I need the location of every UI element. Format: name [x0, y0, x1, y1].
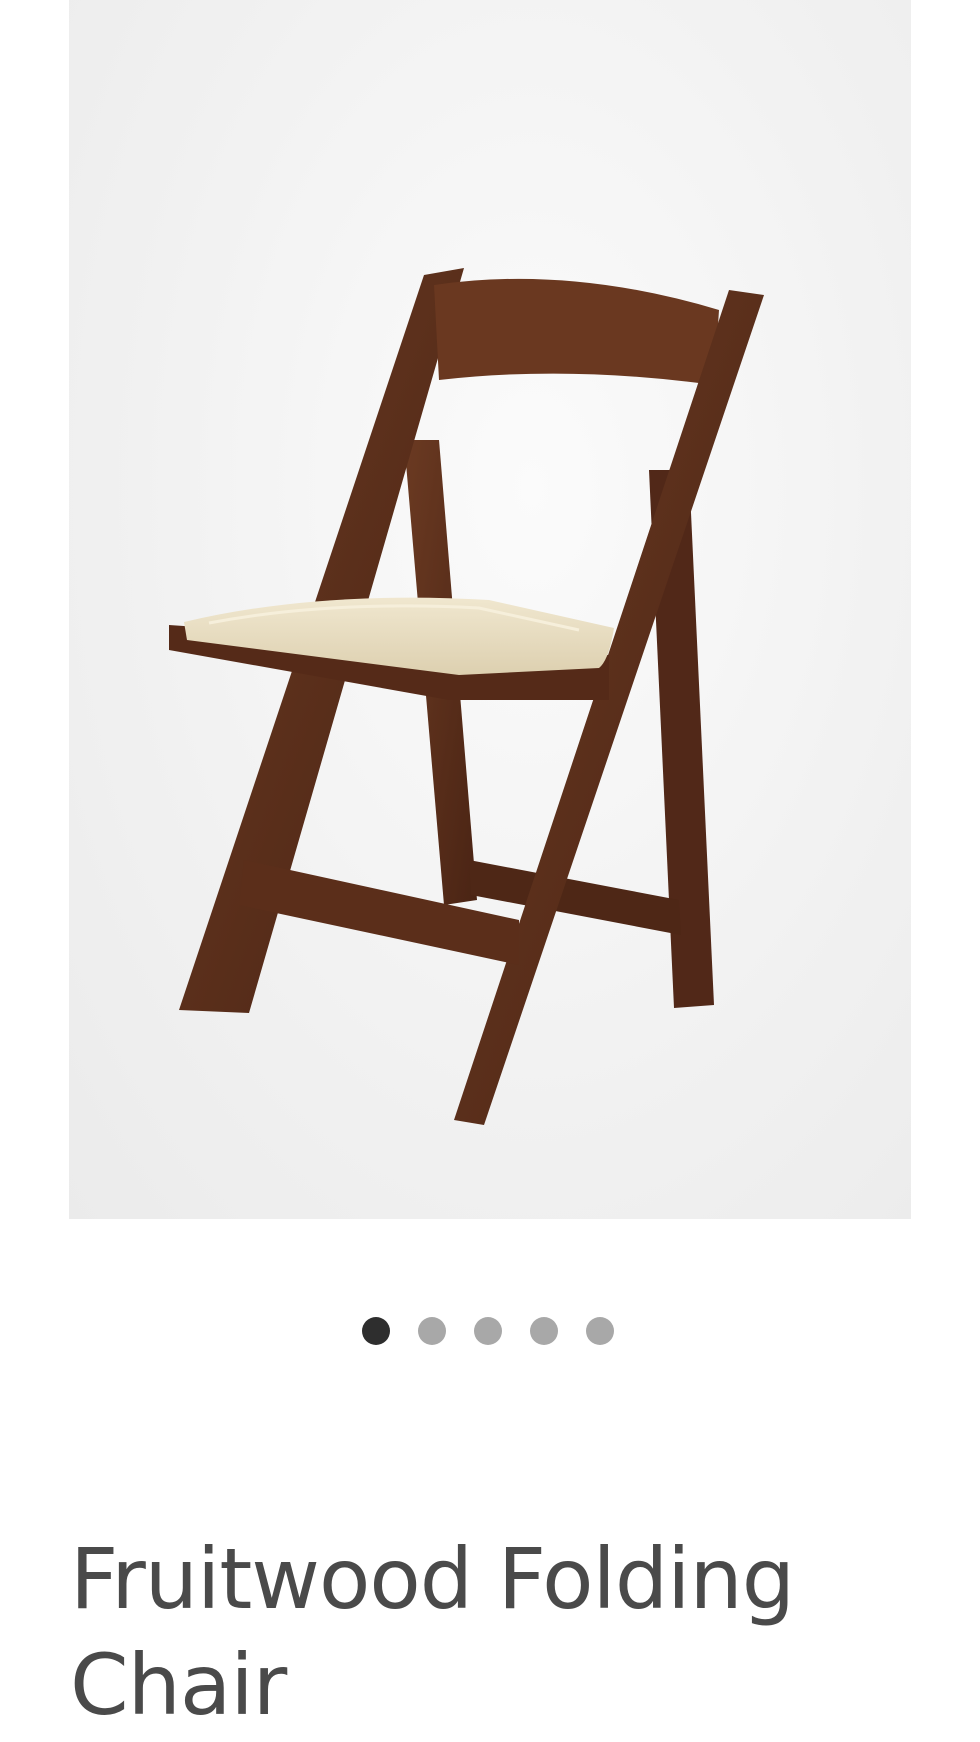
product-image[interactable] — [69, 0, 911, 1219]
carousel-pagination — [0, 1317, 978, 1345]
carousel-dot-5[interactable] — [586, 1317, 614, 1345]
carousel-dot-3[interactable] — [474, 1317, 502, 1345]
carousel-dot-1[interactable] — [362, 1317, 390, 1345]
product-title: Fruitwood Folding Chair — [70, 1530, 795, 1734]
carousel-dot-2[interactable] — [418, 1317, 446, 1345]
carousel-dot-4[interactable] — [530, 1317, 558, 1345]
folding-chair-illustration — [169, 268, 764, 1125]
